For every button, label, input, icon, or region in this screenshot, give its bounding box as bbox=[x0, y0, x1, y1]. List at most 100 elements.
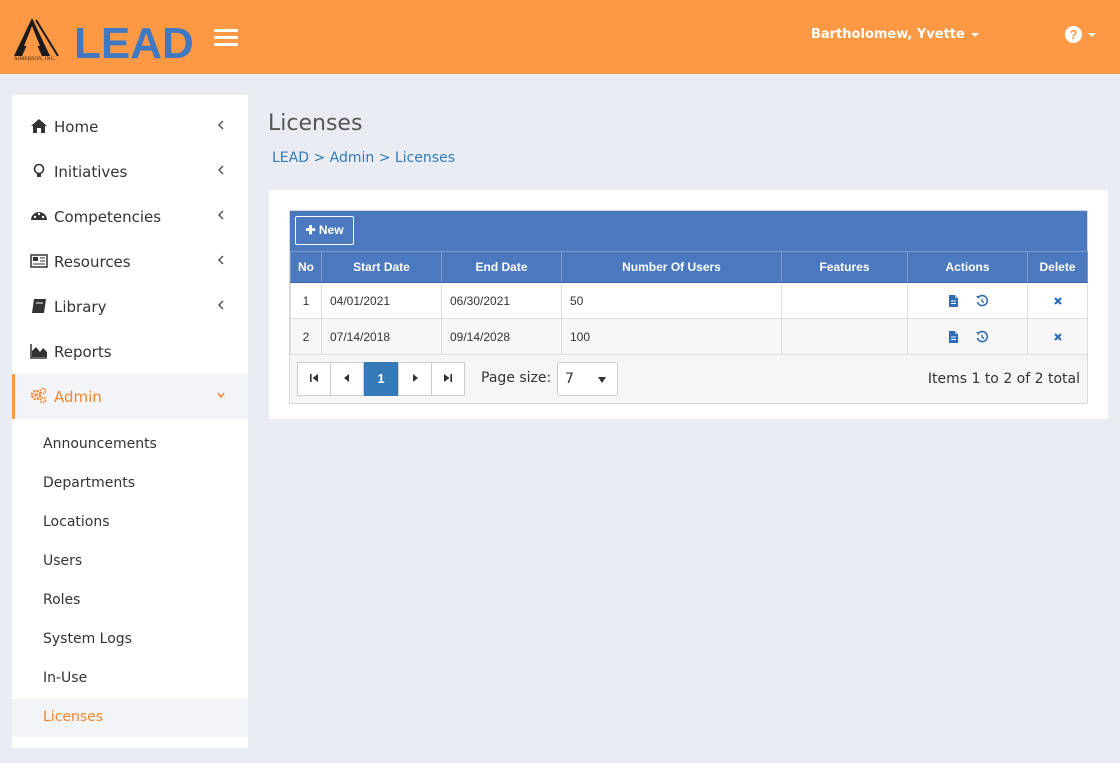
cell-no: 2 bbox=[290, 318, 322, 355]
active-indicator bbox=[12, 374, 15, 419]
pager-first-button[interactable] bbox=[297, 362, 331, 396]
sidebar-subitem-departments[interactable]: Departments bbox=[12, 465, 248, 503]
column-header-number-of-users[interactable]: Number Of Users bbox=[561, 251, 782, 283]
next-page-icon bbox=[413, 374, 418, 382]
pager-next-button[interactable] bbox=[398, 362, 432, 396]
cell-no: 1 bbox=[290, 282, 322, 319]
page-size-value: 7 bbox=[565, 371, 574, 387]
licenses-grid: ✚ New No Start Date End Date Number Of U… bbox=[289, 210, 1088, 404]
pager: 1 Page size: 7 Items 1 to 2 of 2 total bbox=[290, 354, 1087, 403]
table-header-row: No Start Date End Date Number Of Users F… bbox=[290, 251, 1088, 283]
file-text-icon[interactable] bbox=[946, 330, 960, 344]
company-name: AIMEREON, INC. bbox=[14, 57, 56, 62]
column-header-actions: Actions bbox=[907, 251, 1028, 283]
sidebar-item-label: Initiatives bbox=[54, 163, 128, 181]
history-icon[interactable] bbox=[975, 294, 989, 308]
column-header-end-date[interactable]: End Date bbox=[441, 251, 562, 283]
sidebar-item-admin[interactable]: Admin bbox=[12, 374, 248, 419]
sidebar-subitem-announcements[interactable]: Announcements bbox=[12, 426, 248, 464]
cell-end-date: 06/30/2021 bbox=[441, 282, 562, 319]
column-header-features[interactable]: Features bbox=[781, 251, 908, 283]
table-row[interactable]: 2 07/14/2018 09/14/2028 100 bbox=[290, 318, 1088, 355]
cell-features bbox=[781, 318, 908, 355]
licenses-table: No Start Date End Date Number Of Users F… bbox=[290, 251, 1088, 355]
sidebar-item-resources[interactable]: Resources bbox=[12, 239, 248, 284]
help-menu[interactable]: ? bbox=[1065, 26, 1096, 44]
sidebar-item-label: Competencies bbox=[54, 208, 162, 226]
last-page-icon bbox=[444, 374, 452, 382]
cell-end-date: 09/14/2028 bbox=[441, 318, 562, 355]
first-page-icon bbox=[310, 374, 318, 382]
newspaper-icon bbox=[30, 254, 48, 268]
pager-last-button[interactable] bbox=[431, 362, 465, 396]
lightbulb-icon bbox=[33, 163, 45, 177]
sidebar-item-home[interactable]: Home bbox=[12, 104, 248, 149]
pager-page-button[interactable]: 1 bbox=[364, 362, 398, 396]
column-header-start-date[interactable]: Start Date bbox=[321, 251, 442, 283]
page-size-label: Page size: bbox=[481, 370, 552, 386]
cell-features bbox=[781, 282, 908, 319]
chevron-left-icon bbox=[217, 120, 224, 130]
sidebar-item-reports[interactable]: Reports bbox=[12, 329, 248, 374]
prev-page-icon bbox=[344, 374, 349, 382]
sidebar-subitem-in-use[interactable]: In-Use bbox=[12, 660, 248, 698]
sidebar-subitem-roles[interactable]: Roles bbox=[12, 582, 248, 620]
cell-actions bbox=[907, 318, 1028, 355]
dashboard-icon bbox=[31, 212, 47, 220]
hamburger-menu-button[interactable] bbox=[214, 29, 238, 47]
book-icon bbox=[32, 299, 46, 313]
breadcrumb-lead[interactable]: LEAD bbox=[272, 150, 309, 166]
chevron-left-icon bbox=[217, 210, 224, 220]
new-license-button[interactable]: ✚ New bbox=[295, 216, 354, 245]
cell-start-date: 04/01/2021 bbox=[321, 282, 442, 319]
breadcrumb-separator: > bbox=[378, 150, 391, 166]
column-header-delete: Delete bbox=[1027, 251, 1088, 283]
column-header-no[interactable]: No bbox=[290, 251, 322, 283]
question-circle-icon: ? bbox=[1065, 26, 1082, 44]
pager-info: Items 1 to 2 of 2 total bbox=[927, 371, 1080, 387]
area-chart-icon bbox=[30, 344, 47, 359]
sidebar: Home Initiatives Competencies Resources … bbox=[12, 95, 248, 748]
page-title: Licenses bbox=[268, 111, 363, 136]
caret-down-icon bbox=[1088, 32, 1096, 37]
pager-prev-button[interactable] bbox=[330, 362, 364, 396]
page-size-select[interactable]: 7 bbox=[557, 362, 618, 396]
sidebar-item-label: Home bbox=[54, 118, 99, 136]
table-row[interactable]: 1 04/01/2021 06/30/2021 50 bbox=[290, 282, 1088, 319]
sidebar-item-initiatives[interactable]: Initiatives bbox=[12, 149, 248, 194]
sidebar-subitem-licenses[interactable]: Licenses bbox=[12, 699, 248, 737]
cell-number-of-users: 50 bbox=[561, 282, 782, 319]
file-text-icon[interactable] bbox=[946, 294, 960, 308]
cell-actions bbox=[907, 282, 1028, 319]
sidebar-subitem-users[interactable]: Users bbox=[12, 543, 248, 581]
user-menu[interactable]: Bartholomew, Yvette bbox=[811, 27, 979, 42]
chevron-left-icon bbox=[217, 165, 224, 175]
chevron-down-icon bbox=[217, 392, 225, 399]
cell-delete bbox=[1027, 318, 1088, 355]
sidebar-subitem-locations[interactable]: Locations bbox=[12, 504, 248, 542]
sidebar-item-label: Library bbox=[54, 298, 107, 316]
logo[interactable]: LEAD AIMEREON, INC. bbox=[14, 16, 194, 68]
logo-text: LEAD bbox=[74, 19, 194, 60]
home-icon bbox=[31, 119, 47, 133]
sidebar-item-label: Reports bbox=[54, 343, 112, 361]
caret-down-icon bbox=[970, 32, 979, 37]
user-name: Bartholomew, Yvette bbox=[811, 27, 965, 42]
top-bar: LEAD AIMEREON, INC. Bartholomew, Yvette … bbox=[0, 0, 1120, 74]
history-icon[interactable] bbox=[975, 330, 989, 344]
plus-icon: ✚ bbox=[305, 223, 316, 237]
sidebar-subitem-system-logs[interactable]: System Logs bbox=[12, 621, 248, 659]
delete-x-icon[interactable] bbox=[1051, 294, 1065, 308]
breadcrumb: LEAD > Admin > Licenses bbox=[272, 150, 455, 166]
breadcrumb-licenses[interactable]: Licenses bbox=[395, 150, 455, 166]
delete-x-icon[interactable] bbox=[1051, 330, 1065, 344]
lead-logo-icon: LEAD bbox=[14, 18, 194, 68]
sidebar-item-competencies[interactable]: Competencies bbox=[12, 194, 248, 239]
breadcrumb-admin[interactable]: Admin bbox=[330, 150, 375, 166]
gears-icon bbox=[30, 387, 47, 404]
cell-start-date: 07/14/2018 bbox=[321, 318, 442, 355]
chevron-left-icon bbox=[217, 300, 224, 310]
cell-number-of-users: 100 bbox=[561, 318, 782, 355]
sidebar-item-label: Resources bbox=[54, 253, 131, 271]
sidebar-item-library[interactable]: Library bbox=[12, 284, 248, 329]
